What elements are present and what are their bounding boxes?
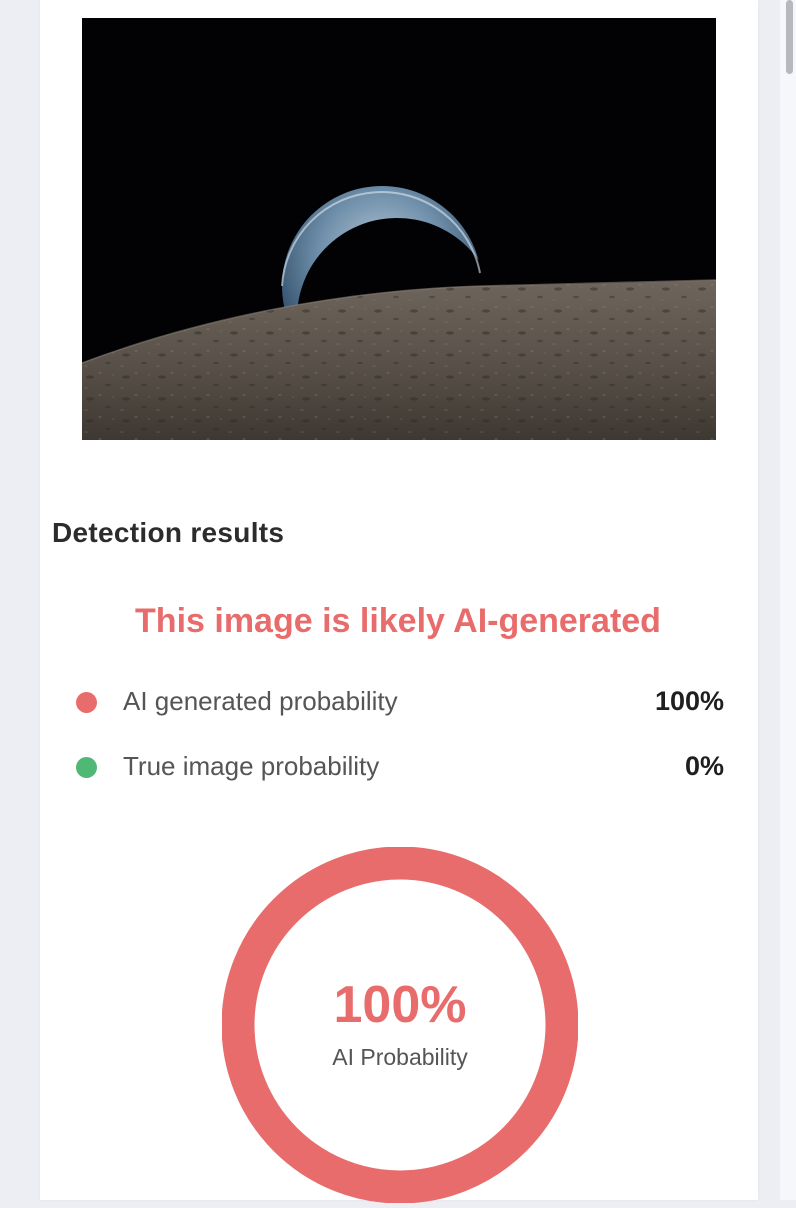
scrollbar-thumb[interactable] [786, 0, 793, 74]
verdict-text: This image is likely AI-generated [135, 602, 661, 640]
donut-label: AI Probability [332, 1044, 468, 1070]
true-image-probability-row: True image probability 0% [76, 749, 724, 783]
ai-probability-donut: 100% AI Probability [221, 846, 579, 1204]
true-image-probability-label: True image probability [123, 751, 380, 781]
scrollbar-track[interactable] [780, 0, 796, 1200]
donut-percentage: 100% [333, 976, 467, 1034]
ai-probability-row: AI generated probability 100% [76, 684, 724, 718]
true-image-probability-value: 0% [684, 751, 724, 781]
green-dot-icon [76, 757, 97, 778]
uploaded-image [82, 18, 716, 440]
detection-results-heading: Detection results [52, 517, 285, 548]
red-dot-icon [76, 692, 97, 713]
ai-probability-label: AI generated probability [123, 686, 398, 716]
ai-probability-value: 100% [654, 686, 724, 716]
